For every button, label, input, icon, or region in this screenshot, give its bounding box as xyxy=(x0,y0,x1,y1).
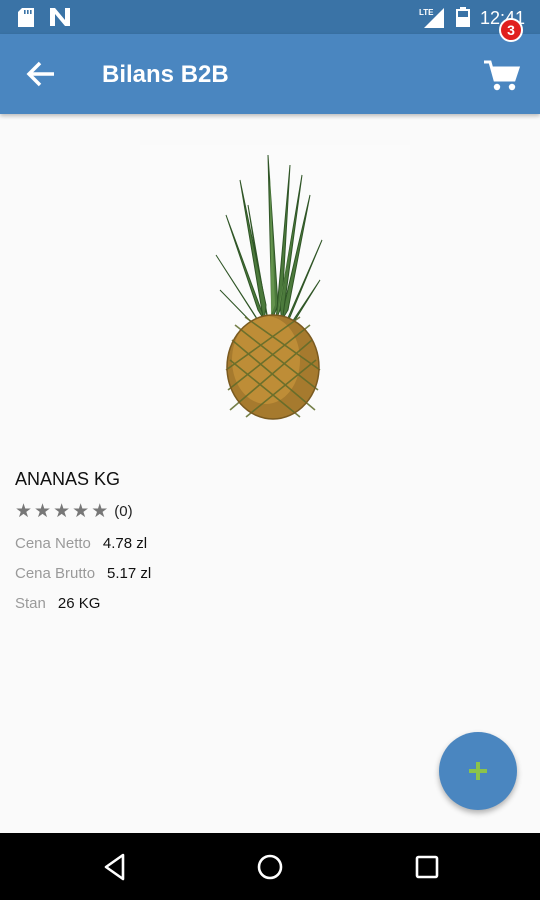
gross-price-label: Cena Brutto xyxy=(15,565,96,582)
shopping-cart-icon[interactable] xyxy=(482,56,522,96)
battery-icon xyxy=(456,7,470,27)
stock-value: 26 KG xyxy=(57,595,101,612)
add-to-cart-fab[interactable] xyxy=(439,732,517,810)
star-icon[interactable]: ★ xyxy=(34,500,51,522)
app-title: Bilans B2B xyxy=(102,61,229,88)
system-nav-bar xyxy=(0,833,540,900)
stock-label: Stan xyxy=(15,595,46,612)
lte-signal-icon: LTE xyxy=(419,8,444,28)
plus-icon xyxy=(469,762,487,780)
stock-row: Stan 26 KG xyxy=(15,595,100,612)
star-icon[interactable]: ★ xyxy=(53,500,70,522)
product-image xyxy=(140,145,410,430)
status-bar: LTE 12:41 xyxy=(0,0,540,34)
back-arrow-icon[interactable] xyxy=(22,58,58,90)
svg-text:LTE: LTE xyxy=(419,8,434,17)
star-icon[interactable]: ★ xyxy=(91,500,108,522)
rating-stars[interactable]: ★ ★ ★ ★ ★ (0) xyxy=(15,500,133,522)
nav-back-icon[interactable] xyxy=(98,850,132,884)
nav-home-icon[interactable] xyxy=(253,850,287,884)
nav-recents-icon[interactable] xyxy=(410,850,444,884)
sd-card-icon xyxy=(18,8,34,27)
n-notification-icon xyxy=(50,8,70,26)
app-bar: Bilans B2B xyxy=(0,34,540,114)
rating-count: (0) xyxy=(114,502,133,520)
gross-price-row: Cena Brutto 5.17 zl xyxy=(15,565,151,582)
star-icon[interactable]: ★ xyxy=(15,500,32,522)
net-price-row: Cena Netto 4.78 zl xyxy=(15,535,147,552)
net-price-value: 4.78 zl xyxy=(102,535,148,552)
product-name: ANANAS KG xyxy=(15,469,121,489)
star-icon[interactable]: ★ xyxy=(72,500,89,522)
gross-price-value: 5.17 zl xyxy=(107,565,152,582)
net-price-label: Cena Netto xyxy=(15,535,91,552)
cart-count-badge: 3 xyxy=(499,18,523,42)
